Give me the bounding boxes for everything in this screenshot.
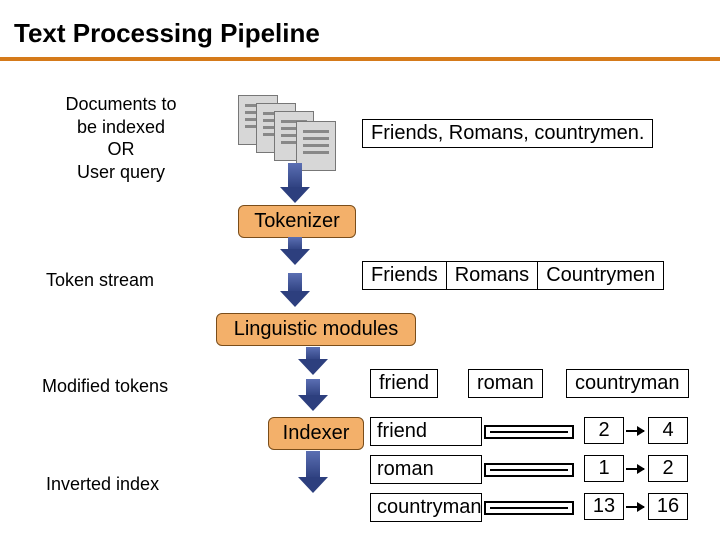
stage-linguistic: Linguistic modules — [216, 313, 416, 346]
posting-link-arrow — [626, 430, 644, 432]
caption-input: Documents tobe indexedORUser query — [46, 93, 196, 183]
postings-connector — [486, 498, 572, 518]
token-cell: Countrymen — [538, 261, 664, 290]
index-term: countryman — [370, 493, 482, 522]
arrow-linguistic-down — [306, 347, 320, 361]
diagram-stage: Documents tobe indexedORUser query Token… — [0, 77, 720, 537]
modified-token-box: countryman — [566, 369, 689, 398]
posting-cell: 16 — [648, 493, 688, 520]
token-cell: Romans — [447, 261, 538, 290]
stage-tokenizer: Tokenizer — [238, 205, 356, 238]
stage-indexer: Indexer — [268, 417, 364, 450]
caption-modified-tokens: Modified tokens — [42, 375, 168, 398]
caption-inverted-index: Inverted index — [46, 473, 159, 496]
index-term: roman — [370, 455, 482, 484]
token-cell: Friends — [362, 261, 447, 290]
title-rule — [0, 57, 720, 61]
posting-link-arrow — [626, 506, 644, 508]
arrow-tokenizer-down — [288, 237, 302, 251]
postings-connector — [486, 422, 572, 442]
token-stream-row: Friends Romans Countrymen — [362, 261, 664, 290]
arrow-to-indexer — [306, 379, 320, 397]
posting-cell: 13 — [584, 493, 624, 520]
caption-token-stream: Token stream — [46, 269, 154, 292]
modified-token-box: roman — [468, 369, 543, 398]
page-title: Text Processing Pipeline — [0, 0, 720, 57]
posting-link-arrow — [626, 468, 644, 470]
posting-cell: 2 — [648, 455, 688, 482]
posting-cell: 1 — [584, 455, 624, 482]
postings-connector — [486, 460, 572, 480]
arrow-docs-to-tokenizer — [288, 163, 302, 189]
index-term: friend — [370, 417, 482, 446]
modified-token-box: friend — [370, 369, 438, 398]
arrow-indexer-down — [306, 451, 320, 479]
posting-cell: 2 — [584, 417, 624, 444]
input-text-box: Friends, Romans, countrymen. — [362, 119, 653, 148]
arrow-to-linguistic — [288, 273, 302, 293]
posting-cell: 4 — [648, 417, 688, 444]
